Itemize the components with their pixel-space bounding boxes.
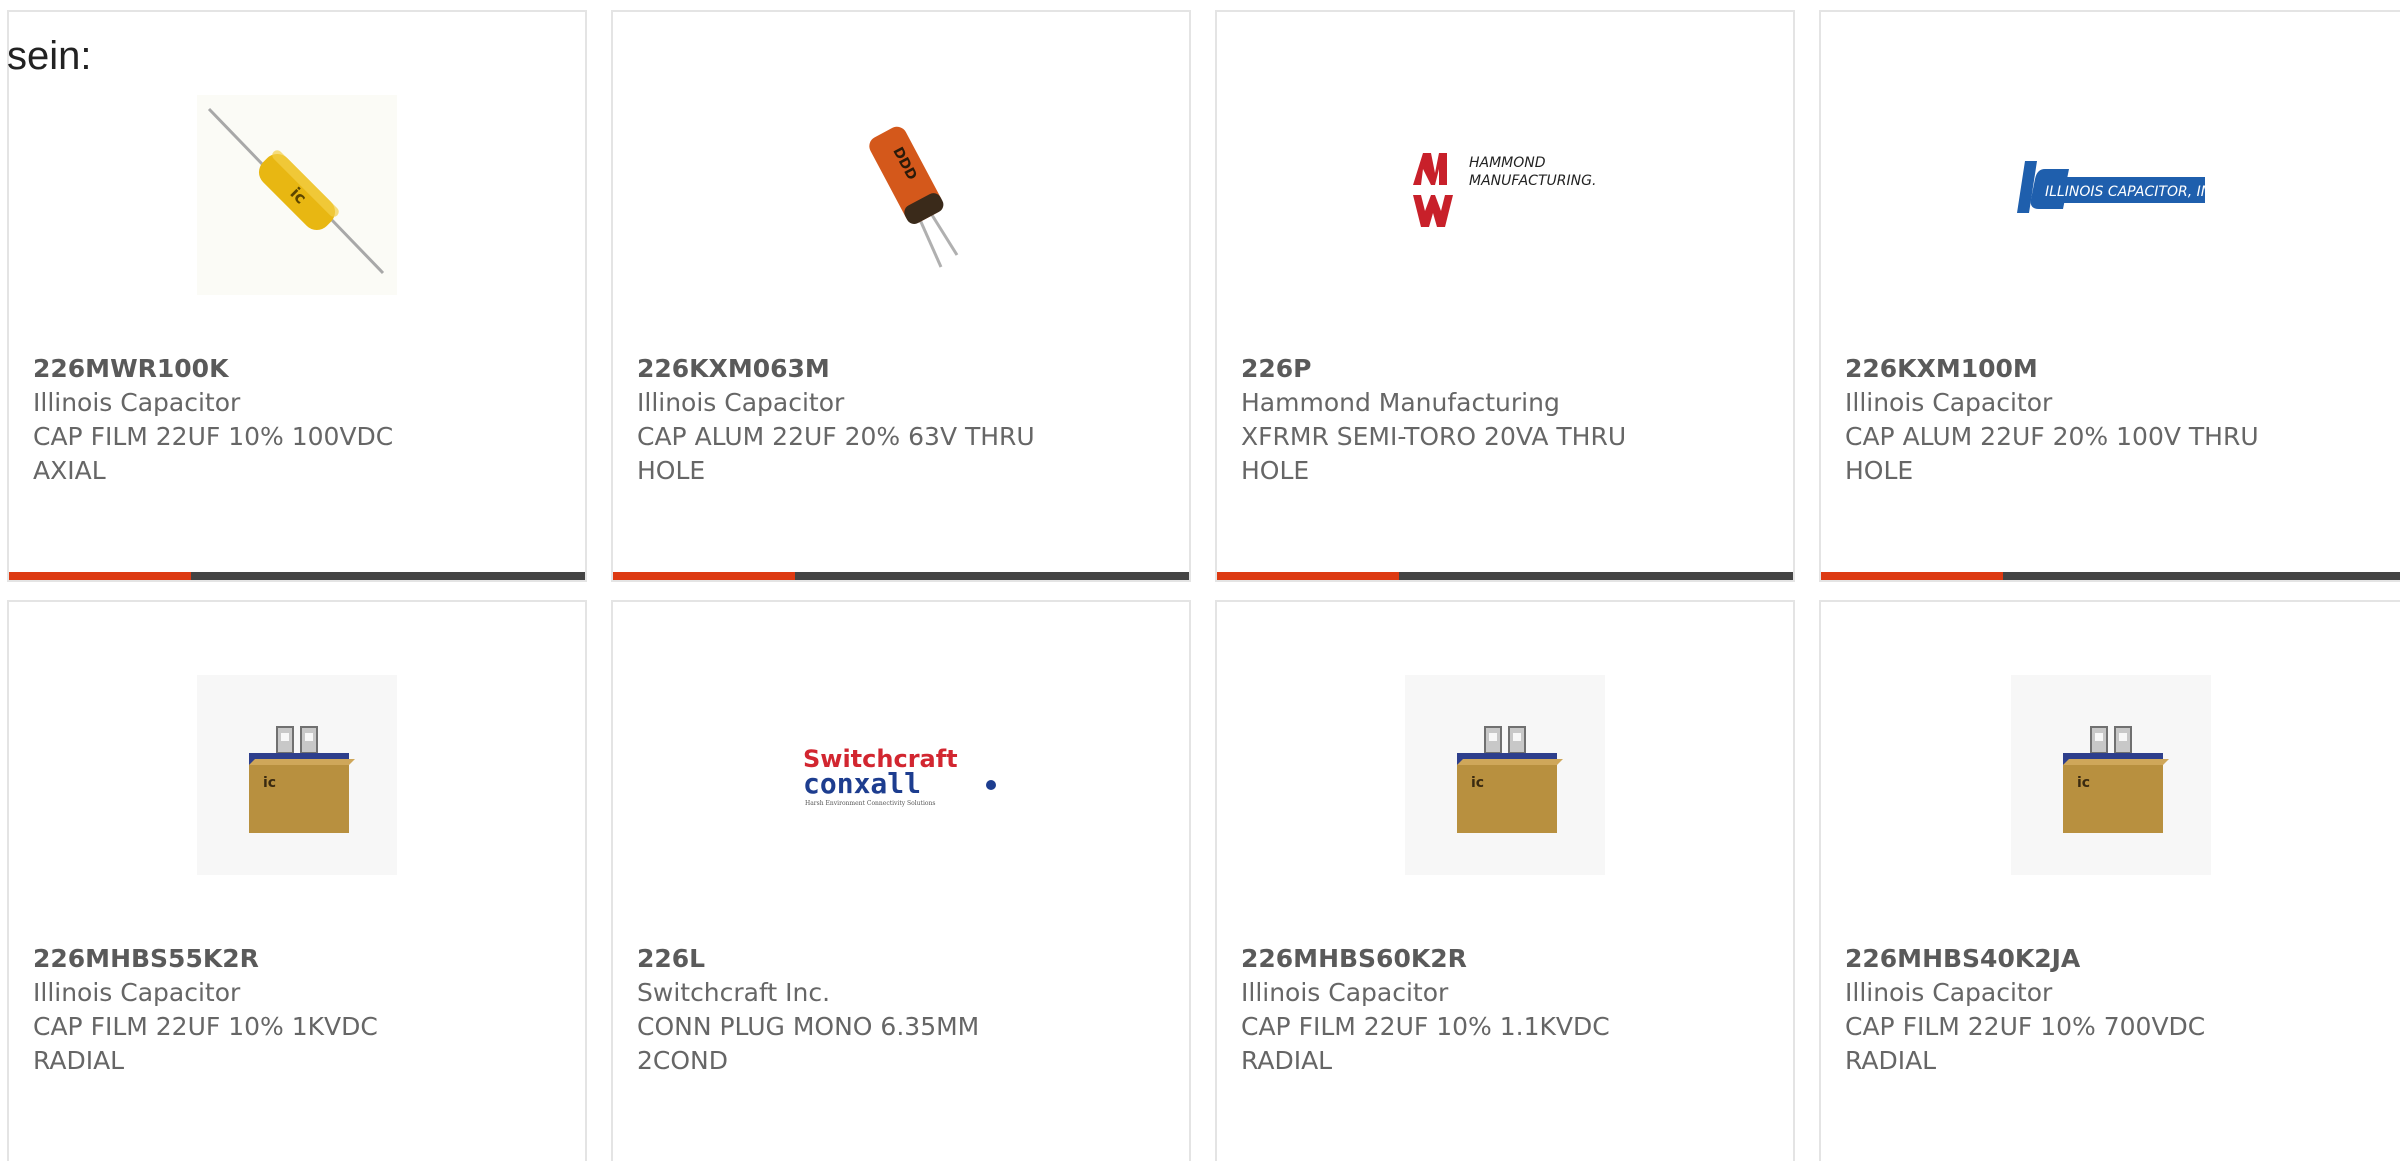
product-info: 226KXM100M Illinois Capacitor CAP ALUM 2… — [1845, 352, 2380, 488]
illinois-logo-text: ILLINOIS CAPACITOR, INC. — [2045, 184, 2211, 200]
product-card[interactable]: DDD 226KXM063M Illinois Capacitor CAP AL… — [611, 10, 1191, 582]
product-card[interactable]: ic 226MHBS40K2JA Illinois Capacitor CAP … — [1819, 600, 2400, 1161]
product-info: 226MHBS60K2R Illinois Capacitor CAP FILM… — [1241, 942, 1773, 1078]
part-number-link[interactable]: 226MHBS55K2R — [33, 942, 565, 976]
product-description: AXIAL — [33, 456, 106, 485]
box-film-capacitor-image: ic — [1405, 675, 1605, 875]
product-description: CAP ALUM 22UF 20% 100V THRU — [1845, 422, 2259, 451]
product-description: CAP FILM 22UF 10% 1KVDC — [33, 1012, 378, 1041]
radial-electrolytic-capacitor-image: DDD — [801, 95, 1001, 295]
manufacturer-name: Illinois Capacitor — [33, 978, 241, 1007]
product-info: 226MHBS40K2JA Illinois Capacitor CAP FIL… — [1845, 942, 2380, 1078]
product-description: RADIAL — [1241, 1046, 1333, 1075]
product-card[interactable]: ic 226MWR100K Illinois Capacitor CAP FIL… — [7, 10, 587, 582]
switchcraft-tagline: Harsh Environment Connectivity Solutions — [805, 800, 935, 807]
part-number-link[interactable]: 226MWR100K — [33, 352, 565, 386]
product-description: CONN PLUG MONO 6.35MM — [637, 1012, 980, 1041]
svg-text:ic: ic — [1471, 775, 1484, 791]
product-card[interactable]: ic 226MHBS55K2R Illinois Capacitor CAP F… — [7, 600, 587, 1161]
product-description: XFRMR SEMI-TORO 20VA THRU — [1241, 422, 1627, 451]
hammond-logo-text: HAMMOND — [1469, 155, 1546, 171]
manufacturer-name: Illinois Capacitor — [33, 388, 241, 417]
product-description: CAP FILM 22UF 10% 1.1KVDC — [1241, 1012, 1610, 1041]
card-accent-bar — [9, 572, 585, 580]
product-description: HOLE — [637, 456, 706, 485]
svg-text:ic: ic — [263, 775, 276, 791]
product-grid-page: sein: ic 226MWR100K Illinois Capacitor C… — [0, 0, 2400, 1161]
manufacturer-name: Illinois Capacitor — [1845, 978, 2053, 1007]
manufacturer-name: Illinois Capacitor — [1845, 388, 2053, 417]
part-number-link[interactable]: 226P — [1241, 352, 1773, 386]
card-accent-bar — [1821, 572, 2400, 580]
box-film-capacitor-image: ic — [2010, 675, 2211, 875]
product-card[interactable]: HAMMOND MANUFACTURING. 226P Hammond Manu… — [1215, 10, 1795, 582]
page-text-fragment: sein: — [7, 34, 92, 78]
product-description: RADIAL — [1845, 1046, 1937, 1075]
product-info: 226MWR100K Illinois Capacitor CAP FILM 2… — [33, 352, 565, 488]
product-description: CAP ALUM 22UF 20% 63V THRU — [637, 422, 1035, 451]
part-number-link[interactable]: 226MHBS40K2JA — [1845, 942, 2380, 976]
product-info: 226L Switchcraft Inc. CONN PLUG MONO 6.3… — [637, 942, 1169, 1078]
product-description: HOLE — [1845, 456, 1914, 485]
product-info: 226P Hammond Manufacturing XFRMR SEMI-TO… — [1241, 352, 1773, 488]
card-accent-bar — [1217, 572, 1793, 580]
product-info: 226MHBS55K2R Illinois Capacitor CAP FILM… — [33, 942, 565, 1078]
part-number-link[interactable]: 226KXM100M — [1845, 352, 2380, 386]
manufacturer-name: Switchcraft Inc. — [637, 978, 831, 1007]
product-description: CAP FILM 22UF 10% 100VDC — [33, 422, 394, 451]
product-card[interactable]: Switchcraft conxall Harsh Environment Co… — [611, 600, 1191, 1161]
conxall-logo-text: conxall — [803, 767, 921, 800]
svg-text:ic: ic — [2077, 775, 2090, 791]
switchcraft-conxall-logo: Switchcraft conxall Harsh Environment Co… — [801, 675, 1001, 875]
card-accent-bar — [613, 572, 1189, 580]
product-description: 2COND — [637, 1046, 728, 1075]
box-film-capacitor-image: ic — [197, 675, 397, 875]
product-info: 226KXM063M Illinois Capacitor CAP ALUM 2… — [637, 352, 1169, 488]
product-description: CAP FILM 22UF 10% 700VDC — [1845, 1012, 2206, 1041]
product-description: RADIAL — [33, 1046, 125, 1075]
product-card[interactable]: ic 226MHBS60K2R Illinois Capacitor CAP F… — [1215, 600, 1795, 1161]
product-card[interactable]: ILLINOIS CAPACITOR, INC. 226KXM100M Illi… — [1819, 10, 2400, 582]
product-grid: ic 226MWR100K Illinois Capacitor CAP FIL… — [0, 0, 2400, 1161]
hammond-logo-text: MANUFACTURING. — [1469, 173, 1596, 189]
part-number-link[interactable]: 226MHBS60K2R — [1241, 942, 1773, 976]
axial-film-capacitor-image: ic — [197, 95, 397, 295]
illinois-capacitor-logo: ILLINOIS CAPACITOR, INC. — [2010, 95, 2211, 295]
hammond-logo: HAMMOND MANUFACTURING. — [1405, 95, 1605, 295]
manufacturer-name: Hammond Manufacturing — [1241, 388, 1560, 417]
manufacturer-name: Illinois Capacitor — [1241, 978, 1449, 1007]
part-number-link[interactable]: 226L — [637, 942, 1169, 976]
part-number-link[interactable]: 226KXM063M — [637, 352, 1169, 386]
manufacturer-name: Illinois Capacitor — [637, 388, 845, 417]
product-description: HOLE — [1241, 456, 1310, 485]
